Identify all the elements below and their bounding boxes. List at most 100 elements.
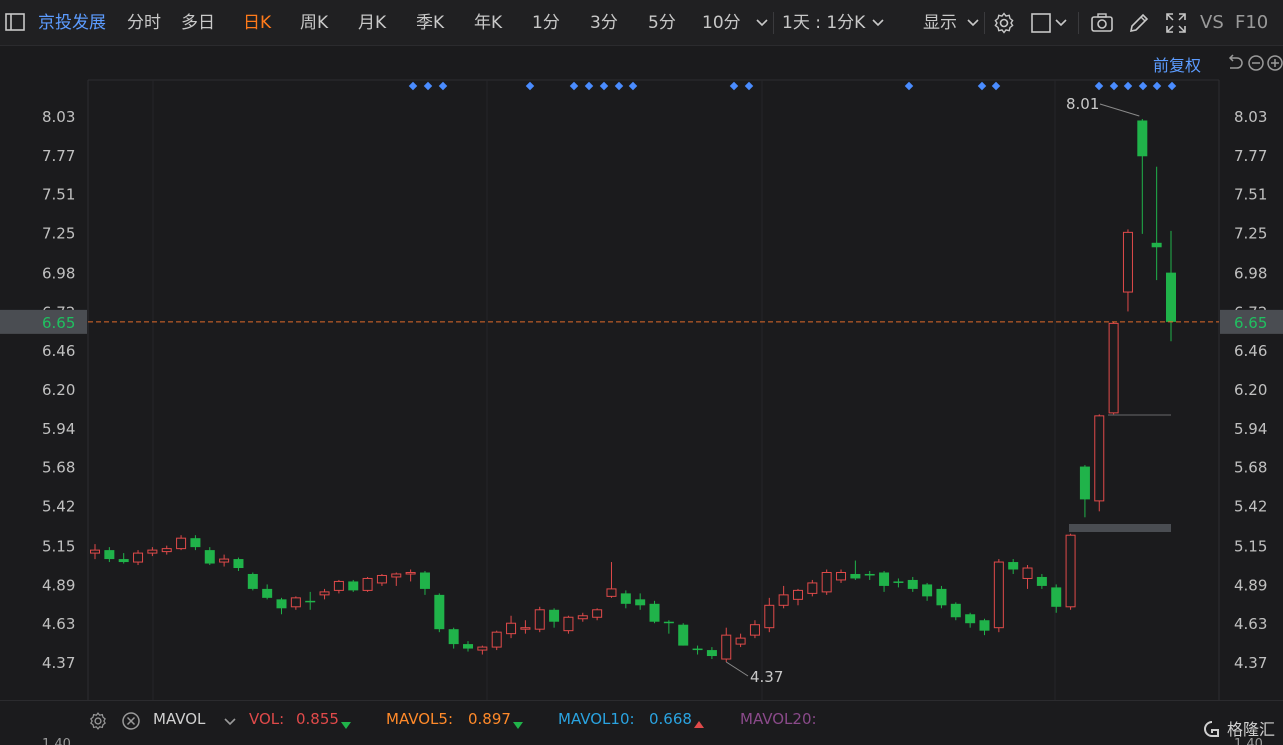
camera-icon[interactable] <box>1090 11 1114 35</box>
candle-body <box>463 644 474 649</box>
gear-icon[interactable] <box>992 11 1016 35</box>
candle <box>1122 229 1133 312</box>
candle-body <box>792 589 803 600</box>
price-tick-right: 4.63 <box>1234 615 1267 633</box>
candle-body <box>190 538 201 548</box>
candle-body <box>448 629 459 645</box>
sidebar-toggle-icon[interactable] <box>4 11 28 35</box>
price-tick-right: 8.03 <box>1234 108 1267 126</box>
undo-icon[interactable] <box>1226 54 1244 72</box>
candle-body <box>836 571 847 581</box>
price-adjust-toggle[interactable]: 前复权 <box>1153 52 1201 76</box>
price-tick-right: 5.68 <box>1234 459 1267 477</box>
candle <box>979 618 990 636</box>
support-zone-bar <box>1069 524 1171 532</box>
color-square-icon[interactable] <box>1030 11 1054 35</box>
candle <box>879 571 890 592</box>
candle-body <box>419 572 430 589</box>
candle-body <box>620 593 631 604</box>
price-tick-left: 5.94 <box>42 420 75 438</box>
tab-daily-k[interactable]: 日K <box>243 11 271 35</box>
candle-body <box>262 588 273 598</box>
zoom-in-icon[interactable] <box>1266 54 1283 72</box>
tab-1min[interactable]: 1分 <box>532 11 560 35</box>
candle <box>190 535 201 551</box>
tab-5min[interactable]: 5分 <box>648 11 676 35</box>
candle-body <box>276 599 287 609</box>
price-tick-left: 4.89 <box>42 576 75 594</box>
stock-name[interactable]: 京投发展 <box>38 11 106 35</box>
vol-value: 0.855 <box>296 710 339 728</box>
event-marker <box>1167 81 1177 91</box>
candle-body <box>477 646 488 651</box>
candle <box>1094 414 1105 512</box>
price-tick-right: 7.77 <box>1234 147 1267 165</box>
fullscreen-icon[interactable] <box>1164 11 1188 35</box>
candle <box>620 590 631 609</box>
candle <box>477 645 488 655</box>
price-tick-left: 4.37 <box>42 654 75 672</box>
candle-body <box>692 648 703 651</box>
tab-duori[interactable]: 多日 <box>181 11 215 35</box>
price-tick-right: 6.46 <box>1234 342 1267 360</box>
candle-body <box>850 573 861 579</box>
candle-body <box>907 579 918 589</box>
candle <box>893 578 904 588</box>
candle-body <box>864 573 875 576</box>
tab-3min[interactable]: 3分 <box>590 11 618 35</box>
zoom-out-icon[interactable] <box>1247 54 1265 72</box>
price-tick-right: 4.89 <box>1234 576 1267 594</box>
candle-body <box>893 581 904 583</box>
pencil-icon[interactable] <box>1127 11 1151 35</box>
tab-yearly-k[interactable]: 年K <box>474 11 502 35</box>
price-tick-right: 5.94 <box>1234 420 1267 438</box>
candle-body <box>491 631 502 648</box>
mavol10-label: MAVOL10: <box>558 710 635 728</box>
timeframe-select[interactable]: 1天 : 1分K <box>782 11 865 35</box>
chevron-down-icon[interactable] <box>870 14 894 38</box>
mavol5-value: 0.897 <box>468 710 511 728</box>
event-marker <box>1123 81 1133 91</box>
candle <box>362 576 373 592</box>
tab-10min[interactable]: 10分 <box>702 11 741 35</box>
chevron-down-icon[interactable] <box>965 14 989 38</box>
candle <box>434 593 445 633</box>
candle <box>563 615 574 634</box>
display-menu[interactable]: 显示 <box>923 11 957 35</box>
candle-body <box>965 614 976 624</box>
candle <box>549 608 560 628</box>
event-marker <box>569 81 579 91</box>
candle <box>1008 559 1019 574</box>
chevron-down-icon[interactable] <box>1054 14 1078 38</box>
indicator-close-icon[interactable] <box>121 711 141 735</box>
event-marker <box>408 81 418 91</box>
candlestick-chart[interactable]: 8.03 8.03 7.77 7.77 7.51 7.51 7.25 7.25 6.98 6.98… <box>0 47 1283 700</box>
high-pointer <box>1099 103 1140 117</box>
candle-body <box>506 622 517 635</box>
candle-body <box>534 609 545 630</box>
price-tick-left: 5.68 <box>42 459 75 477</box>
indicator-name[interactable]: MAVOL <box>153 710 205 728</box>
tab-fenshi[interactable]: 分时 <box>127 11 161 35</box>
candle <box>1108 321 1119 415</box>
chevron-down-icon[interactable] <box>222 713 238 733</box>
price-tick-right: 7.25 <box>1234 224 1267 242</box>
price-tick-left: 6.20 <box>42 381 75 399</box>
brand-name: 格隆汇 <box>1226 720 1275 739</box>
kline-chart[interactable]: 8.03 8.03 7.77 7.77 7.51 7.51 7.25 7.25 6.98 6.98… <box>0 47 1283 700</box>
candle <box>463 641 474 652</box>
candle <box>649 600 660 624</box>
candle-body <box>1094 415 1105 502</box>
vs-button[interactable]: VS <box>1200 11 1224 35</box>
tab-monthly-k[interactable]: 月K <box>358 11 386 35</box>
candle-body <box>434 594 445 630</box>
chevron-down-icon[interactable] <box>754 14 778 38</box>
price-tick-left: 7.51 <box>42 186 75 204</box>
indicator-settings-icon[interactable] <box>88 711 108 735</box>
tab-weekly-k[interactable]: 周K <box>300 11 328 35</box>
candle-body <box>290 597 301 608</box>
candle-body <box>950 603 961 618</box>
f10-button[interactable]: F10 <box>1235 11 1268 35</box>
candle <box>764 597 775 633</box>
tab-quarterly-k[interactable]: 季K <box>416 11 444 35</box>
